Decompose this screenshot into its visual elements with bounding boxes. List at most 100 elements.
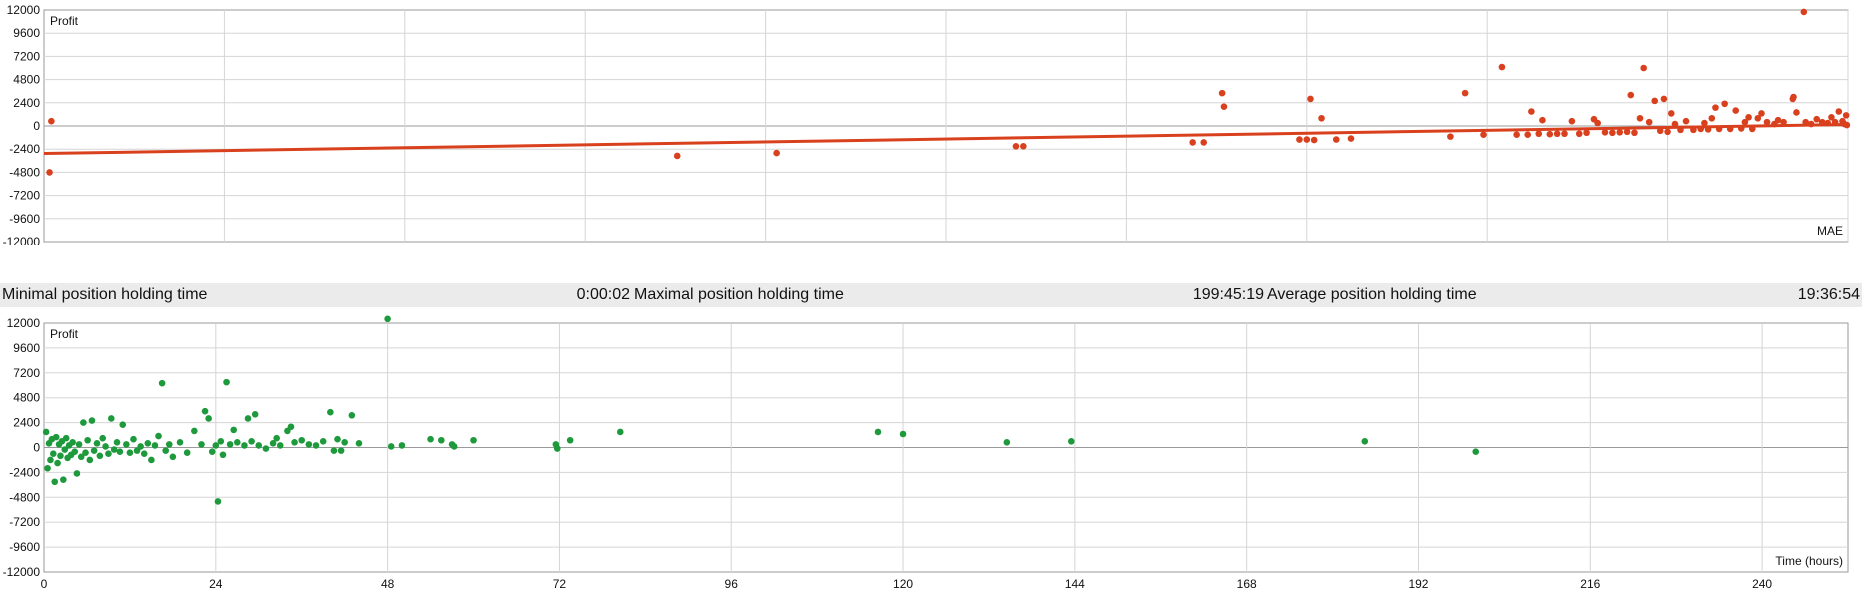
data-point xyxy=(319,437,327,445)
data-point xyxy=(148,456,155,464)
data-point xyxy=(1843,121,1851,129)
data-point xyxy=(1513,131,1520,138)
data-point xyxy=(223,378,230,386)
data-point xyxy=(1677,126,1684,134)
data-point xyxy=(1682,117,1690,125)
data-point xyxy=(82,449,89,456)
data-point xyxy=(1553,130,1561,138)
avg-holding-time-value: 19:36:54 xyxy=(1797,286,1860,303)
data-point xyxy=(1594,119,1601,127)
data-point xyxy=(151,442,159,449)
data-point xyxy=(1296,136,1303,143)
data-point xyxy=(348,412,356,419)
data-point xyxy=(42,428,50,436)
data-point xyxy=(1790,93,1797,101)
data-point xyxy=(140,450,148,458)
data-point xyxy=(57,452,64,460)
data-point xyxy=(1218,89,1226,97)
data-point xyxy=(1842,112,1850,119)
data-point xyxy=(51,478,59,486)
data-point xyxy=(1726,125,1734,133)
data-point xyxy=(52,433,60,441)
data-point xyxy=(71,448,79,455)
data-point xyxy=(312,442,320,449)
data-point xyxy=(219,451,227,459)
data-point xyxy=(183,449,191,456)
data-point xyxy=(1715,125,1723,133)
data-point xyxy=(1609,129,1616,137)
data-point xyxy=(1732,107,1740,114)
x-tick-label: 24 xyxy=(209,577,223,591)
mae-scatter-chart: 12000 9600 7200 4800 2400 0 -2400 -4800 -7200 -96… xyxy=(3,3,1851,245)
x-tick-label: 192 xyxy=(1408,577,1428,591)
data-point xyxy=(330,447,338,454)
data-point xyxy=(80,419,87,426)
data-point xyxy=(1020,143,1027,150)
data-point xyxy=(287,423,295,431)
data-point xyxy=(1636,114,1644,122)
data-point xyxy=(1575,130,1583,138)
data-point xyxy=(1616,128,1624,136)
data-point xyxy=(90,447,98,454)
data-point xyxy=(1303,136,1311,143)
x-tick-label: 144 xyxy=(1065,577,1085,591)
data-point xyxy=(1461,89,1469,97)
data-point xyxy=(1631,129,1638,137)
y-tick-label: 12000 xyxy=(7,316,41,330)
data-point xyxy=(105,450,112,458)
data-point xyxy=(244,415,252,422)
data-point xyxy=(205,415,212,422)
data-point xyxy=(93,440,101,447)
data-point xyxy=(44,464,51,472)
data-point xyxy=(566,436,574,444)
data-point xyxy=(214,498,222,505)
data-point xyxy=(1701,119,1708,127)
data-point xyxy=(86,456,94,464)
data-point xyxy=(1535,130,1543,138)
data-point xyxy=(1189,139,1196,146)
data-point xyxy=(1361,437,1369,445)
data-point xyxy=(1793,109,1800,116)
y-tick-label: -9600 xyxy=(9,540,40,554)
data-point xyxy=(450,443,458,450)
data-point xyxy=(1835,108,1843,115)
data-point xyxy=(1704,126,1712,133)
y-tick-label: -2400 xyxy=(9,142,40,156)
data-point xyxy=(226,441,234,448)
data-point xyxy=(84,436,91,444)
data-point xyxy=(1712,104,1719,111)
data-point xyxy=(102,443,109,450)
data-point xyxy=(1307,95,1314,103)
data-point xyxy=(208,448,216,455)
data-point xyxy=(1310,136,1318,144)
data-point xyxy=(874,428,882,436)
data-point xyxy=(1697,125,1705,133)
data-point xyxy=(341,439,348,446)
data-point xyxy=(1623,128,1631,136)
data-point xyxy=(176,439,184,446)
y-tick-label: -4800 xyxy=(9,165,40,179)
data-point xyxy=(262,445,270,452)
data-point xyxy=(1627,91,1635,99)
data-point xyxy=(291,439,298,446)
data-point xyxy=(1721,100,1728,108)
data-point xyxy=(1667,110,1675,117)
data-point xyxy=(553,445,561,452)
data-point xyxy=(60,476,67,483)
data-point xyxy=(255,442,263,449)
min-holding-time-label: Minimal position holding time xyxy=(2,286,208,303)
x-tick-label: 120 xyxy=(893,577,913,591)
y-tick-label: -2400 xyxy=(9,465,40,479)
data-point xyxy=(1347,135,1355,142)
data-point xyxy=(169,453,177,461)
y-tick-label: 2400 xyxy=(13,416,40,430)
data-point xyxy=(273,434,280,442)
data-point xyxy=(107,415,115,422)
y-tick-label: 4800 xyxy=(13,73,40,87)
data-point xyxy=(1561,130,1568,138)
data-point xyxy=(1664,128,1671,136)
data-point xyxy=(251,411,259,418)
data-point xyxy=(241,442,248,449)
data-point xyxy=(158,379,166,387)
data-point xyxy=(673,152,681,160)
